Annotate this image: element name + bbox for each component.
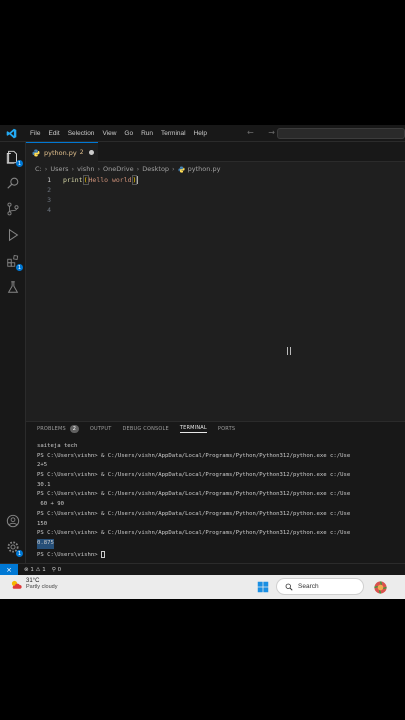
menu-file[interactable]: File: [26, 130, 44, 137]
chevron-right-icon: ›: [71, 165, 75, 173]
menu-bar: File Edit Selection View Go Run Terminal…: [26, 130, 211, 137]
breadcrumb-item[interactable]: vishn: [77, 165, 94, 173]
line-number: 2: [47, 186, 51, 194]
terminal-line: PS C:\Users\vishn> & C:/Users/vishn/AppD…: [37, 452, 351, 459]
account-icon[interactable]: [5, 513, 21, 529]
terminal-line: PS C:\Users\vishn> & C:/Users/vishn/AppD…: [37, 491, 351, 498]
tab-problems-label: PROBLEMS: [37, 426, 66, 432]
run-debug-icon[interactable]: [5, 227, 21, 243]
line-number: 4: [47, 206, 51, 214]
editor-tab-bar: python.py 2: [26, 142, 405, 162]
weather-widget[interactable]: 31°C Partly cloudy: [10, 578, 58, 591]
source-control-icon[interactable]: [5, 201, 21, 217]
explorer-icon[interactable]: 1: [5, 149, 23, 167]
code-string: Hello world: [88, 176, 132, 184]
terminal-prompt: PS C:\Users\vishn>: [37, 551, 101, 558]
search-icon: [285, 583, 293, 591]
breadcrumb: C: › Users › vishn › OneDrive › Desktop › pyt…: [35, 164, 220, 174]
tab-terminal[interactable]: TERMINAL: [179, 425, 207, 433]
explorer-badge: 1: [16, 160, 23, 167]
remote-indicator-icon[interactable]: ⨯: [0, 563, 18, 576]
activity-bar: 1 1 1: [0, 142, 26, 563]
taskbar-app-icon[interactable]: [373, 580, 388, 595]
terminal-output[interactable]: saiteja tech PS C:\Users\vishn> & C:/Use…: [37, 442, 405, 562]
testing-icon[interactable]: [5, 279, 21, 295]
tab-debug-console[interactable]: DEBUG CONSOLE: [122, 426, 168, 432]
text-cursor: [137, 176, 139, 184]
mouse-ibeam-cursor-icon: [287, 347, 291, 355]
status-ports[interactable]: ⚲ 0: [52, 567, 61, 573]
tab-problem-count: 2: [79, 149, 84, 156]
vscode-window: File Edit Selection View Go Run Terminal…: [0, 125, 405, 599]
terminal-line: PS C:\Users\vishn> & C:/Users/vishn/AppD…: [37, 530, 351, 537]
status-bar: ⨯ ⊗ 1 ⚠ 1 ⚲ 0: [0, 563, 405, 576]
settings-gear-icon[interactable]: 1: [5, 539, 23, 557]
line-number: 1: [47, 176, 51, 184]
tab-ports[interactable]: PORTS: [218, 426, 235, 432]
terminal-line: PS C:\Users\vishn> & C:/Users/vishn/AppD…: [37, 472, 351, 479]
menu-view[interactable]: View: [98, 130, 120, 137]
menu-help[interactable]: Help: [190, 130, 211, 137]
search-label: Search: [298, 583, 319, 590]
terminal-line: 2+5: [37, 462, 48, 469]
code-line: 2: [26, 185, 51, 195]
tab-python-py[interactable]: python.py 2: [26, 142, 98, 162]
code-line: 1 print(Hello world): [26, 175, 139, 185]
terminal-line: saiteja tech: [37, 443, 78, 449]
line-number: 3: [47, 196, 51, 204]
chevron-right-icon: ›: [172, 165, 175, 173]
terminal-line: 30.1: [37, 481, 51, 488]
partly-cloudy-icon: [11, 580, 22, 589]
terminal-line-selected: 0.875: [37, 538, 54, 549]
code-content[interactable]: print(Hello world): [63, 175, 139, 185]
status-problems[interactable]: ⊗ 1 ⚠ 1: [24, 567, 46, 573]
windows-taskbar: 31°C Partly cloudy Search: [0, 575, 405, 599]
windows-start-icon[interactable]: [257, 581, 269, 593]
tab-problems[interactable]: PROBLEMS 2: [37, 425, 79, 433]
nav-arrows-icon[interactable]: ← →: [247, 128, 281, 137]
chevron-right-icon: ›: [44, 165, 48, 173]
extensions-badge: 1: [16, 264, 23, 271]
unsaved-dot-icon[interactable]: [88, 150, 94, 155]
python-file-icon: [178, 165, 185, 173]
terminal-line: PS C:\Users\vishn> & C:/Users/vishn/AppD…: [37, 510, 351, 517]
terminal-line: 60 + 90: [37, 501, 64, 508]
menu-terminal[interactable]: Terminal: [157, 130, 190, 137]
code-line: 3: [26, 195, 51, 205]
vscode-logo-icon: [4, 126, 18, 140]
command-center[interactable]: [277, 128, 405, 139]
breadcrumb-item[interactable]: Desktop: [142, 165, 169, 173]
bottom-panel: PROBLEMS 2 OUTPUT DEBUG CONSOLE TERMINAL …: [26, 421, 405, 563]
weather-condition: Partly cloudy: [26, 584, 58, 590]
breadcrumb-item[interactable]: Users: [50, 165, 68, 173]
settings-badge: 1: [16, 550, 23, 557]
taskbar-search[interactable]: Search: [276, 578, 364, 595]
menu-run[interactable]: Run: [137, 130, 157, 137]
breadcrumb-item[interactable]: python.py: [188, 165, 221, 173]
python-file-icon: [32, 149, 40, 156]
breadcrumb-item[interactable]: OneDrive: [103, 165, 134, 173]
problems-count-badge: 2: [69, 425, 79, 433]
code-function: print: [63, 176, 83, 184]
menu-go[interactable]: Go: [120, 130, 137, 137]
panel-tabs: PROBLEMS 2 OUTPUT DEBUG CONSOLE TERMINAL …: [37, 422, 246, 436]
menu-selection[interactable]: Selection: [64, 130, 99, 137]
code-line: 4: [26, 205, 51, 215]
search-icon[interactable]: [5, 175, 21, 191]
title-bar: File Edit Selection View Go Run Terminal…: [0, 125, 405, 142]
breadcrumb-item[interactable]: C:: [35, 165, 42, 173]
chevron-right-icon: ›: [136, 165, 140, 173]
tab-label: python.py: [44, 148, 77, 157]
chevron-right-icon: ›: [97, 165, 101, 173]
tab-output[interactable]: OUTPUT: [90, 426, 112, 432]
terminal-cursor: [101, 550, 105, 558]
terminal-line: 150: [37, 520, 48, 527]
menu-edit[interactable]: Edit: [44, 130, 63, 137]
extensions-icon[interactable]: 1: [5, 253, 23, 271]
terminal-prompt-line: PS C:\Users\vishn>: [37, 550, 405, 561]
